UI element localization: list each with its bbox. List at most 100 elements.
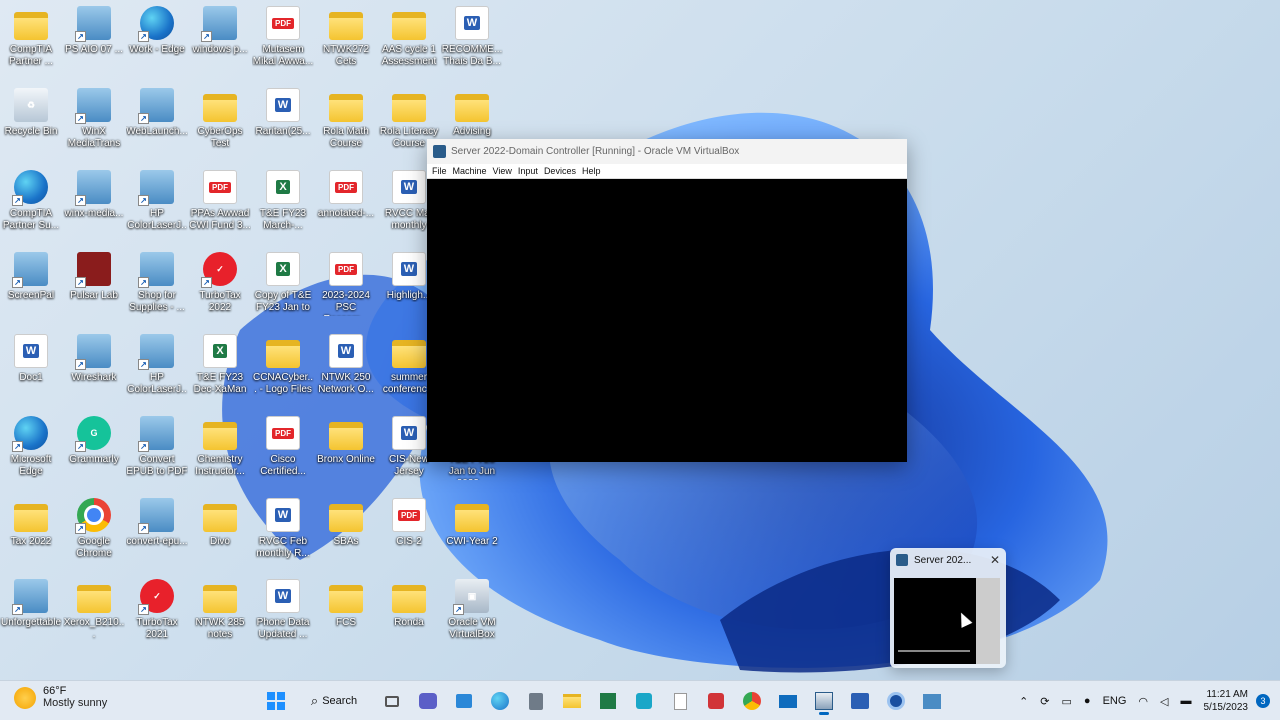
desktop-icon[interactable]: Tax 2022 xyxy=(0,494,62,572)
desktop-icon[interactable]: ↗ CompTIA Partner Su... xyxy=(0,166,62,244)
desktop-icon[interactable]: PDF annotated-... xyxy=(315,166,377,244)
word-taskbar-icon[interactable] xyxy=(845,686,875,716)
desktop-icon[interactable]: ↗ WebLaunch... xyxy=(126,84,188,162)
desktop-icon[interactable]: ✓ ↗ TurboTax 2021 xyxy=(126,575,188,653)
system-tray: ⌃ ⟳ ▭ ● ENG ◠ ◁ ▬ 11:21 AM 5/15/2023 3 xyxy=(1013,681,1280,720)
desktop-icon[interactable]: Ronda xyxy=(378,575,440,653)
printer-icon: ↗ xyxy=(138,334,174,370)
desktop-icon[interactable]: X Copy of T&E FY23 Jan to ... xyxy=(252,248,314,326)
desktop-icon[interactable]: ↗ HP ColorLaserJ... xyxy=(126,330,188,408)
calculator-icon[interactable] xyxy=(521,686,551,716)
battery-icon[interactable]: ▬ xyxy=(1181,695,1192,707)
desktop-icon[interactable]: NTWK 285 notes xyxy=(189,575,251,653)
taskbar-thumbnail-preview[interactable]: Server 202... ✕ xyxy=(890,548,1006,668)
desktop-icon[interactable]: ↗ WinX MediaTrans xyxy=(63,84,125,162)
desktop-icon[interactable]: G ↗ Grammarly xyxy=(63,412,125,490)
thumbnail-preview-image[interactable] xyxy=(894,578,1000,664)
desktop-icon[interactable]: PDF CIS-2 xyxy=(378,494,440,572)
desktop-icon[interactable]: PDF 2023-2024 PSC Reccom... xyxy=(315,248,377,326)
start-button[interactable] xyxy=(261,686,291,716)
shortcut-arrow-icon: ↗ xyxy=(75,441,86,452)
settings-icon[interactable] xyxy=(881,686,911,716)
desktop-icon-label: Cisco Certified... xyxy=(260,454,306,477)
remote-desktop-icon[interactable] xyxy=(917,686,947,716)
weather-widget[interactable]: 66°F Mostly sunny xyxy=(14,685,107,710)
mail-icon[interactable] xyxy=(773,686,803,716)
menu-view[interactable]: View xyxy=(493,166,512,176)
desktop-icon[interactable]: ↗ HP ColorLaserJ... xyxy=(126,166,188,244)
desktop-icon[interactable]: X T&E FY23 March-... xyxy=(252,166,314,244)
desktop-icon[interactable]: ↗ Convert EPUB to PDF xyxy=(126,412,188,490)
menu-devices[interactable]: Devices xyxy=(544,166,576,176)
virtualbox-vm-window[interactable]: Server 2022-Domain Controller [Running] … xyxy=(427,139,907,462)
clock[interactable]: 11:21 AM 5/15/2023 xyxy=(1204,688,1249,714)
desktop-icon[interactable]: ↗ Unforgettable xyxy=(0,575,62,653)
desktop-icon[interactable]: PDF Cisco Certified... xyxy=(252,412,314,490)
desktop-icon[interactable]: W Phone Data Updated ... xyxy=(252,575,314,653)
vm-titlebar[interactable]: Server 2022-Domain Controller [Running] … xyxy=(427,139,907,164)
wifi-icon[interactable]: ◠ xyxy=(1138,695,1148,708)
volume-icon[interactable]: ◁ xyxy=(1160,695,1168,708)
close-icon[interactable]: ✕ xyxy=(990,553,1000,567)
desktop-icon[interactable]: W RVCC Feb monthly R... xyxy=(252,494,314,572)
desktop-icon[interactable]: Xerox_B210... xyxy=(63,575,125,653)
desktop-icon[interactable]: ↗ Pulsar Lab xyxy=(63,248,125,326)
menu-help[interactable]: Help xyxy=(582,166,601,176)
sync-icon[interactable]: ⟳ xyxy=(1040,695,1049,708)
edge-taskbar-icon[interactable] xyxy=(485,686,515,716)
desktop-icon[interactable]: FCS xyxy=(315,575,377,653)
desktop-icon[interactable]: ↗ Work - Edge xyxy=(126,2,188,80)
microphone-icon[interactable]: ● xyxy=(1084,695,1091,707)
desktop-icon[interactable]: ♻ Recycle Bin xyxy=(0,84,62,162)
desktop-icon[interactable]: Chemistry Instructor... xyxy=(189,412,251,490)
desktop-icon[interactable]: Bronx Online xyxy=(315,412,377,490)
snipping-tool-icon[interactable] xyxy=(701,686,731,716)
desktop-icon[interactable]: PDF PPAs Awwad CWI Fund 3... xyxy=(189,166,251,244)
language-indicator[interactable]: ENG xyxy=(1103,695,1127,707)
desktop-icon[interactable]: ↗ convert-epu... xyxy=(126,494,188,572)
desktop-icon[interactable]: AAS cycle 1 Assessment xyxy=(378,2,440,80)
desktop-icon[interactable]: CCNACyber... - Logo Files xyxy=(252,330,314,408)
desktop-icon[interactable]: ↗ Google Chrome xyxy=(63,494,125,572)
desktop-icon[interactable]: SBAs xyxy=(315,494,377,572)
desktop-icon[interactable]: CompTIA Partner ... xyxy=(0,2,62,80)
desktop-icon[interactable]: X T&E FY23 Dec-XaMan xyxy=(189,330,251,408)
notification-badge[interactable]: 3 xyxy=(1256,694,1270,708)
virtualbox-taskbar-icon[interactable] xyxy=(809,686,839,716)
search-button[interactable]: ⌕ Search xyxy=(298,686,370,716)
desktop-icon[interactable]: Rola Math Course xyxy=(315,84,377,162)
desktop-icon[interactable]: ↗ PS AIO 07 ... xyxy=(63,2,125,80)
vm-display[interactable] xyxy=(427,179,907,462)
desktop-icon[interactable]: CyberOps Test xyxy=(189,84,251,162)
screen-capture-icon[interactable] xyxy=(629,686,659,716)
chevron-up-icon[interactable]: ⌃ xyxy=(1019,695,1028,708)
task-view-icon[interactable] xyxy=(377,686,407,716)
menu-file[interactable]: File xyxy=(432,166,447,176)
desktop-icon[interactable]: W NTWK 250 Network O... xyxy=(315,330,377,408)
desktop-icon[interactable]: CWI-Year 2 xyxy=(441,494,503,572)
desktop-icon[interactable]: W Doc1 xyxy=(0,330,62,408)
app-taskbar-icon[interactable] xyxy=(593,686,623,716)
desktop-icon[interactable]: W RECOMME... Thais Da B... xyxy=(441,2,503,80)
desktop-icon[interactable]: ↗ winx-media... xyxy=(63,166,125,244)
desktop-icon[interactable]: W Raritan(25... xyxy=(252,84,314,162)
menu-input[interactable]: Input xyxy=(518,166,538,176)
document-icon[interactable] xyxy=(665,686,695,716)
teams-chat-icon[interactable] xyxy=(413,686,443,716)
desktop-icon[interactable]: ↗ ScreenPal xyxy=(0,248,62,326)
file-explorer-icon[interactable] xyxy=(557,686,587,716)
chrome-taskbar-icon[interactable] xyxy=(737,686,767,716)
desktop-icon[interactable]: PDF Mutasem Mikal Awwa... xyxy=(252,2,314,80)
desktop-icon[interactable]: NTWK272 Cets xyxy=(315,2,377,80)
menu-machine[interactable]: Machine xyxy=(453,166,487,176)
virtualbox-icon xyxy=(433,145,446,158)
desktop-icon[interactable]: Divo xyxy=(189,494,251,572)
desktop-icon[interactable]: ↗ Microsoft Edge xyxy=(0,412,62,490)
store-icon[interactable] xyxy=(449,686,479,716)
desktop-icon[interactable]: ↗ Shop for Supplies - ... xyxy=(126,248,188,326)
desktop-icon[interactable]: ✓ ↗ TurboTax 2022 xyxy=(189,248,251,326)
desktop-icon[interactable]: ▣ ↗ Oracle VM VirtualBox xyxy=(441,575,503,653)
display-icon[interactable]: ▭ xyxy=(1062,695,1072,708)
desktop-icon[interactable]: ↗ windows p... xyxy=(189,2,251,80)
desktop-icon[interactable]: ↗ Wireshark xyxy=(63,330,125,408)
